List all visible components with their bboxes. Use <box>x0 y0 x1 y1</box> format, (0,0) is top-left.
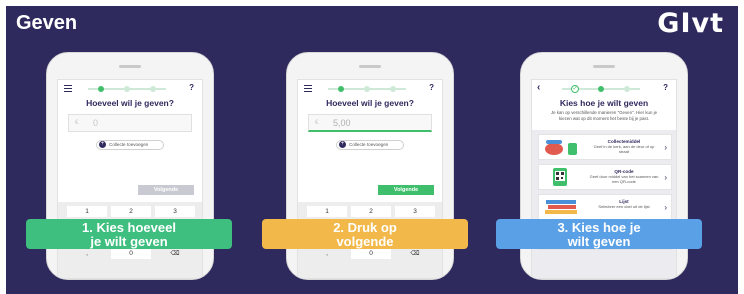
option-collection[interactable]: Collectemiddel Geef in de kerk, aan de d… <box>538 134 672 160</box>
phone-speaker <box>593 65 615 68</box>
option-description: Geef door middel van het scannen van een… <box>589 174 659 184</box>
option-description: Geef in de kerk, aan de deur of op straa… <box>593 144 655 154</box>
amount-value: 0 <box>93 118 99 128</box>
chevron-right-icon: › <box>664 203 667 212</box>
step-label-3: 3. Kies hoe je wilt geven <box>496 219 702 249</box>
option-description: Selecteer een doel uit de lijst <box>598 204 650 209</box>
collection-bag-icon <box>545 140 577 155</box>
key-comma[interactable]: , <box>67 248 107 259</box>
amount-input[interactable]: € 0 <box>68 114 192 132</box>
nav-bar: ? <box>298 83 442 96</box>
help-icon[interactable]: ? <box>663 83 668 92</box>
next-button-disabled[interactable]: Volgende <box>138 185 194 195</box>
menu-icon[interactable] <box>304 85 312 92</box>
key-1[interactable]: 1 <box>307 206 347 217</box>
amount-screen: ? Hoeveel wil je geven? € 0 Collecte toe… <box>57 79 203 279</box>
phone-speaker <box>359 65 381 68</box>
backspace-icon: ⌫ <box>410 250 420 257</box>
option-list[interactable]: Lijst Selecteer een doel uit de lijst › <box>538 194 672 220</box>
step-dot <box>624 86 630 92</box>
amount-screen: ? Hoeveel wil je geven? € 5,00 Collecte … <box>297 79 443 279</box>
amount-question: Hoeveel wil je geven? <box>326 98 414 108</box>
givt-logo: GIvt <box>657 8 724 39</box>
backspace-icon: ⌫ <box>170 250 180 257</box>
help-icon[interactable]: ? <box>189 83 194 92</box>
step-dot <box>150 86 156 92</box>
nav-bar: ? <box>58 83 202 96</box>
choose-method-screen: ‹ ✓ ? Kies hoe je wilt geven Je kan op v… <box>531 79 677 279</box>
key-2[interactable]: 2 <box>351 206 391 217</box>
currency-symbol: € <box>315 120 319 126</box>
nav-bar: ‹ ✓ ? <box>532 82 676 96</box>
key-2[interactable]: 2 <box>111 206 151 217</box>
menu-icon[interactable] <box>64 85 72 92</box>
method-intro: Je kan op verschillende manieren "Geven"… <box>550 110 658 121</box>
step-label-2: 2. Druk op volgende <box>262 219 468 249</box>
next-button[interactable]: Volgende <box>378 185 434 195</box>
step-label-text: 2. Druk op volgende <box>333 220 397 249</box>
phone-speaker <box>119 65 141 68</box>
step-label-text: 3. Kies hoe je wilt geven <box>557 220 641 249</box>
chevron-right-icon: › <box>664 173 667 182</box>
key-0[interactable]: 0 <box>111 248 151 259</box>
page-title: Geven <box>16 12 78 34</box>
step-dot-active <box>338 86 344 92</box>
step-label-1: 1. Kies hoeveel je wilt geven <box>26 219 232 249</box>
key-1[interactable]: 1 <box>67 206 107 217</box>
amount-input[interactable]: € 5,00 <box>308 114 432 132</box>
key-3[interactable]: 3 <box>155 206 195 217</box>
key-3[interactable]: 3 <box>395 206 435 217</box>
step-dot <box>364 86 370 92</box>
chevron-right-icon: › <box>664 143 667 152</box>
backspace-key[interactable]: ⌫ <box>395 248 435 259</box>
step-dot-active <box>598 86 604 92</box>
step-done-icon: ✓ <box>571 85 579 93</box>
tutorial-banner: Geven GIvt ? Hoeveel wil je geven? € 0 C… <box>6 6 738 294</box>
amount-value: 5,00 <box>333 118 351 128</box>
method-question: Kies hoe je wilt geven <box>559 98 649 108</box>
step-dot-active <box>98 86 104 92</box>
add-collection-button[interactable]: Collecte toevoegen <box>96 140 164 150</box>
key-0[interactable]: 0 <box>351 248 391 259</box>
add-collection-button[interactable]: Collecte toevoegen <box>336 140 404 150</box>
step-dot <box>390 86 396 92</box>
books-list-icon <box>545 200 577 214</box>
qr-code-icon <box>553 168 567 186</box>
amount-question: Hoeveel wil je geven? <box>86 98 174 108</box>
step-label-text: 1. Kies hoeveel je wilt geven <box>82 220 176 249</box>
progress-steps: ✓ <box>562 85 640 93</box>
currency-symbol: € <box>75 120 79 126</box>
progress-steps <box>88 86 166 92</box>
help-icon[interactable]: ? <box>429 83 434 92</box>
key-comma[interactable]: , <box>307 248 347 259</box>
progress-steps <box>328 86 406 92</box>
back-icon[interactable]: ‹ <box>537 82 540 93</box>
backspace-key[interactable]: ⌫ <box>155 248 195 259</box>
step-dot <box>124 86 130 92</box>
option-qr-code[interactable]: QR-code Geef door middel van het scannen… <box>538 164 672 190</box>
